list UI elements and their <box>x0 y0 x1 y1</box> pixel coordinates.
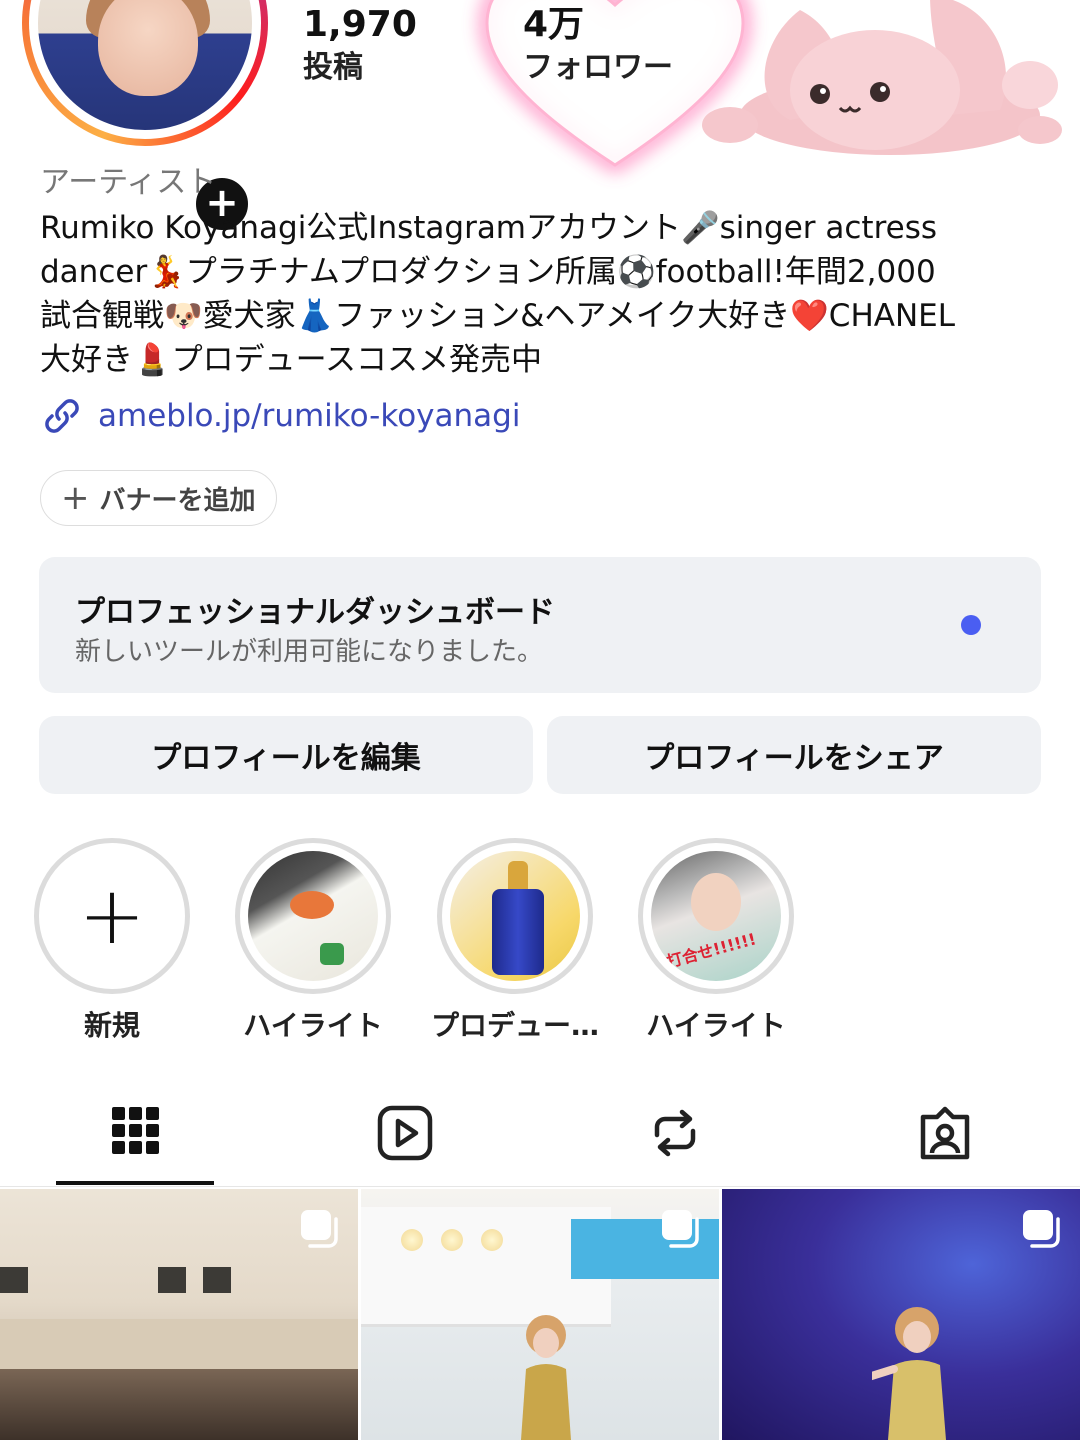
avatar[interactable] <box>38 0 252 130</box>
multiple-images-icon <box>662 1210 699 1248</box>
share-profile-button[interactable]: プロフィールをシェア <box>547 716 1041 794</box>
bulb-shape <box>441 1229 463 1251</box>
posts-count[interactable]: 1,970 投稿 <box>303 2 417 88</box>
highlight-label: 新規 <box>83 1009 140 1042</box>
profile-link-text[interactable]: ameblo.jp/rumiko-koyanagi <box>98 398 520 434</box>
add-banner-button[interactable]: + バナーを追加 <box>40 470 277 526</box>
bulb-shape <box>401 1229 423 1251</box>
highlight-overlay-text: 打合せ!!!!!! <box>664 929 759 972</box>
bunny-sticker <box>702 0 1062 155</box>
reels-icon[interactable] <box>375 1103 435 1163</box>
followers-count-label: フォロワー <box>523 50 673 85</box>
dropper-shape <box>508 861 528 891</box>
highlight-new[interactable]: + 新規 <box>12 838 212 1044</box>
performer-shape <box>872 1307 946 1440</box>
frog-badge-icon <box>320 943 344 965</box>
notification-dot <box>961 615 981 635</box>
add-banner-label: バナーを追加 <box>99 485 256 516</box>
highlight-cover: 打合せ!!!!!! <box>651 851 781 981</box>
performer-shape <box>521 1315 571 1440</box>
active-tab-indicator <box>56 1181 214 1185</box>
highlight-item[interactable]: ハイライト <box>213 838 413 1044</box>
serum-bottle-shape <box>492 889 544 975</box>
highlight-circle[interactable] <box>437 838 593 994</box>
bulb-shape <box>481 1229 503 1251</box>
repost-icon[interactable] <box>645 1103 705 1163</box>
orchestra-shape <box>0 1369 358 1440</box>
highlight-circle[interactable] <box>235 838 391 994</box>
highlight-cover <box>450 851 580 981</box>
highlight-label: プロデュー… <box>430 1009 599 1042</box>
bio-line: 大好き💄プロデュースコスメ発売中 <box>40 342 543 378</box>
multiple-images-icon <box>301 1210 338 1248</box>
plus-icon: + <box>78 869 146 962</box>
posts-count-label: 投稿 <box>303 50 363 85</box>
post-thumbnail[interactable] <box>361 1189 719 1440</box>
profile-bio: Rumiko Koyanagi公式Instagramアカウント🎤singer a… <box>40 206 1040 382</box>
highlight-label: ハイライト <box>646 1009 786 1042</box>
dashboard-subtitle: 新しいツールが利用可能になりました。 <box>75 637 544 667</box>
grid-icon[interactable] <box>105 1103 165 1163</box>
followers-count-value: 4万 <box>523 4 585 45</box>
bio-line: Rumiko Koyanagi公式Instagramアカウント🎤singer a… <box>40 210 938 246</box>
tagged-icon[interactable] <box>915 1103 975 1163</box>
dashboard-title: プロフェッショナルダッシュボード <box>75 595 555 630</box>
post-thumbnail[interactable] <box>722 1189 1080 1440</box>
post-thumbnail[interactable] <box>0 1189 358 1440</box>
avatar-face <box>98 0 198 96</box>
highlight-label: ハイライト <box>243 1009 383 1042</box>
profile-category: アーティスト <box>40 165 217 200</box>
bio-line: 試合観戦🐶愛犬家👗ファッション&ヘアメイク大好き❤️CHANEL <box>40 298 956 334</box>
bio-line: dancer💃プラチナムプロダクション所属⚽football!年間2,000 <box>40 254 936 290</box>
multiple-images-icon <box>1023 1210 1060 1248</box>
plus-icon: + <box>61 478 90 518</box>
profile-avatar-ring[interactable] <box>22 0 268 146</box>
bowl-shape <box>290 891 334 919</box>
followers-count[interactable]: 4万 フォロワー <box>523 2 673 88</box>
link-icon <box>45 399 79 433</box>
profile-avatar-frame <box>29 0 261 139</box>
highlight-new-circle[interactable]: + <box>34 838 190 994</box>
highlight-item[interactable]: 打合せ!!!!!! ハイライト <box>616 838 816 1044</box>
highlight-item[interactable]: プロデュー… <box>415 838 615 1044</box>
posts-count-value: 1,970 <box>303 4 417 45</box>
face-shape <box>691 873 741 931</box>
tab-divider <box>0 1186 1080 1187</box>
highlight-circle[interactable]: 打合せ!!!!!! <box>638 838 794 994</box>
professional-dashboard-card[interactable]: プロフェッショナルダッシュボード 新しいツールが利用可能になりました。 <box>39 557 1041 693</box>
window-shape <box>0 1267 28 1293</box>
window-shape <box>158 1267 186 1293</box>
profile-link[interactable]: ameblo.jp/rumiko-koyanagi <box>40 393 520 439</box>
highlight-cover <box>248 851 378 981</box>
edit-profile-button[interactable]: プロフィールを編集 <box>39 716 533 794</box>
window-shape <box>203 1267 231 1293</box>
